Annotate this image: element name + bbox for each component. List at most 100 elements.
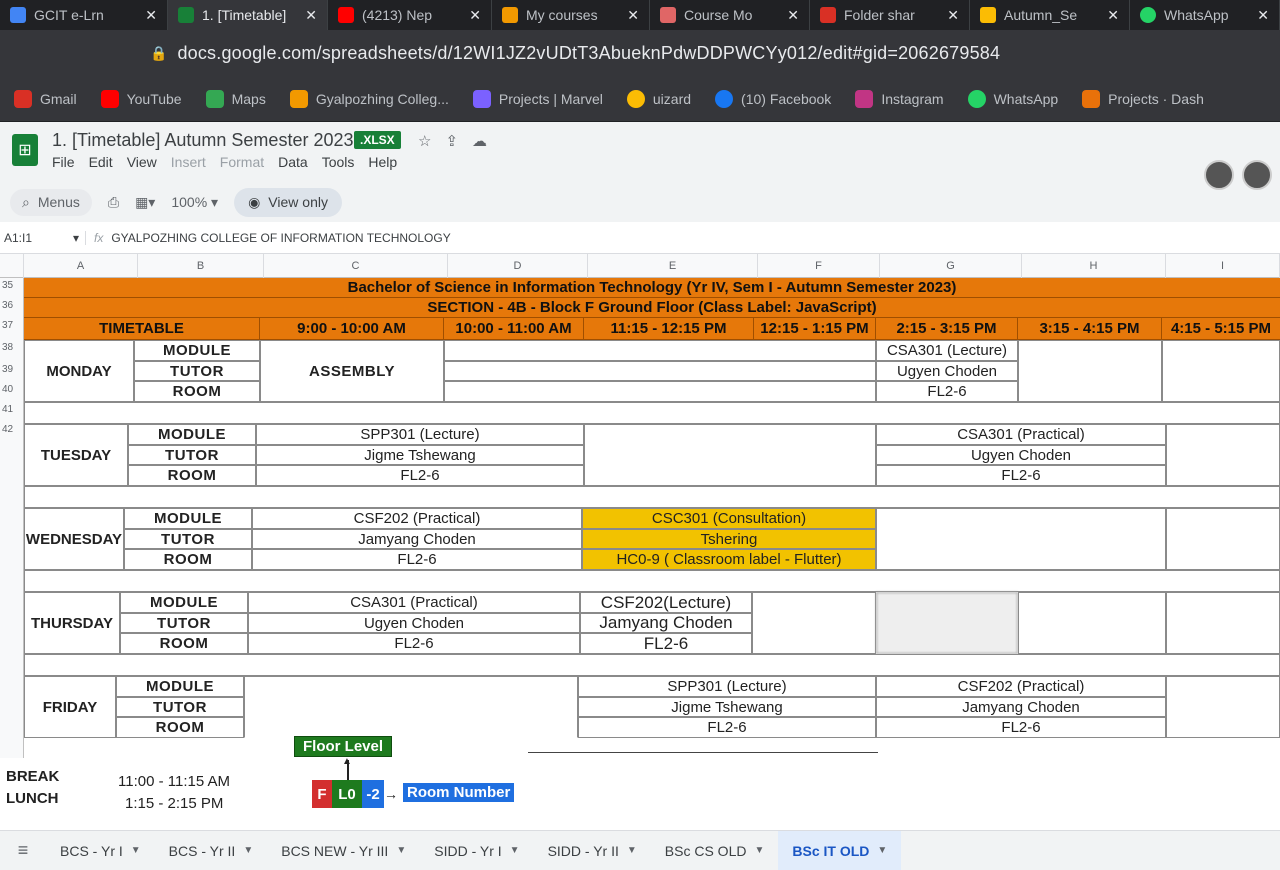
break-label[interactable]: BREAK (6, 768, 59, 785)
menu-tools[interactable]: Tools (322, 154, 355, 170)
slot-header[interactable]: 4:15 - 5:15 PM (1162, 318, 1280, 340)
formula-content[interactable]: GYALPOZHING COLLEGE OF INFORMATION TECHN… (111, 231, 450, 245)
menu-insert[interactable]: Insert (171, 154, 206, 170)
day-tuesday[interactable]: TUESDAY (24, 424, 128, 486)
empty-cell[interactable] (752, 592, 876, 654)
thursday-am-room[interactable]: FL2-6 (248, 633, 580, 654)
browser-tab-timetable[interactable]: 1. [Timetable] ✕ (168, 0, 328, 30)
column-header-g[interactable]: G (880, 254, 1022, 278)
menu-help[interactable]: Help (368, 154, 397, 170)
avatar[interactable] (1204, 160, 1234, 190)
slot-header[interactable]: 2:15 - 3:15 PM (876, 318, 1018, 340)
redacted-cell[interactable] (876, 592, 1018, 654)
print-icon[interactable]: ⎙ (108, 194, 119, 211)
column-header-i[interactable]: I (1166, 254, 1280, 278)
thursday-am-tutor[interactable]: Ugyen Choden (248, 613, 580, 633)
column-header-f[interactable]: F (758, 254, 880, 278)
bookmark-gmail[interactable]: Gmail (14, 89, 77, 108)
slot-header[interactable]: 9:00 - 10:00 AM (260, 318, 444, 340)
spacer-row[interactable] (24, 654, 1280, 676)
bookmark-projects-dash[interactable]: Projects · Dash (1082, 89, 1204, 108)
menu-format[interactable]: Format (220, 154, 264, 170)
thursday-lecture-room[interactable]: FL2-6 (580, 633, 752, 654)
sheet-tab[interactable]: SIDD - Yr II ▼ (534, 831, 651, 870)
day-monday[interactable]: MONDAY (24, 340, 134, 402)
close-icon[interactable]: ✕ (1107, 7, 1119, 24)
day-thursday[interactable]: THURSDAY (24, 592, 120, 654)
row-label-module[interactable]: MODULE (116, 676, 244, 697)
menus-search-button[interactable]: ⌕ Menus (10, 188, 92, 216)
sheets-logo-icon[interactable]: ⊞ (12, 134, 38, 166)
wednesday-am-module[interactable]: CSF202 (Practical) (252, 508, 582, 529)
zoom-select[interactable]: 100% ▾ (171, 194, 218, 211)
column-header-c[interactable]: C (264, 254, 448, 278)
browser-tab-whatsapp[interactable]: WhatsApp ✕ (1130, 0, 1280, 30)
column-header-e[interactable]: E (588, 254, 758, 278)
wednesday-consultation-tutor[interactable]: Tshering (582, 529, 876, 549)
row-label-room[interactable]: ROOM (116, 717, 244, 738)
empty-cell[interactable] (444, 361, 876, 381)
select-all-corner[interactable] (0, 254, 24, 278)
chevron-down-icon[interactable]: ▼ (243, 845, 253, 856)
empty-cell[interactable] (1166, 676, 1280, 738)
row-number[interactable]: 35 (0, 280, 24, 291)
menu-file[interactable]: File (52, 154, 75, 170)
row-label-tutor[interactable]: TUTOR (134, 361, 260, 381)
name-box[interactable]: A1:I1 ▾ (0, 230, 86, 245)
browser-tab-courses[interactable]: My courses ✕ (492, 0, 650, 30)
friday-mid-tutor[interactable]: Jigme Tshewang (578, 697, 876, 717)
empty-cell[interactable] (444, 340, 876, 361)
chevron-down-icon[interactable]: ▼ (131, 845, 141, 856)
slot-header[interactable]: 10:00 - 11:00 AM (444, 318, 584, 340)
row-label-tutor[interactable]: TUTOR (120, 613, 248, 633)
sheet-tab[interactable]: BCS NEW - Yr III ▼ (267, 831, 420, 870)
row-label-room[interactable]: ROOM (128, 465, 256, 486)
url-text[interactable]: docs.google.com/spreadsheets/d/12WI1JZ2v… (177, 43, 1000, 64)
column-header-d[interactable]: D (448, 254, 588, 278)
thursday-lecture-tutor[interactable]: Jamyang Choden (580, 613, 752, 633)
empty-cell[interactable] (1166, 508, 1280, 570)
spacer-row[interactable] (24, 486, 1280, 508)
row-label-room[interactable]: ROOM (124, 549, 252, 570)
empty-cell[interactable] (1018, 340, 1162, 402)
row-number[interactable]: 36 (0, 300, 24, 311)
close-icon[interactable]: ✕ (469, 7, 481, 24)
spacer-row[interactable] (24, 570, 1280, 592)
slot-header[interactable]: 12:15 - 1:15 PM (754, 318, 876, 340)
friday-pm-module[interactable]: CSF202 (Practical) (876, 676, 1166, 697)
monday-pm-tutor[interactable]: Ugyen Choden (876, 361, 1018, 381)
day-wednesday[interactable]: WEDNESDAY (24, 508, 124, 570)
wednesday-am-room[interactable]: FL2-6 (252, 549, 582, 570)
bookmark-marvel[interactable]: Projects | Marvel (472, 89, 603, 108)
lunch-label[interactable]: LUNCH (6, 790, 59, 807)
bookmark-youtube[interactable]: YouTube (100, 89, 182, 108)
bookmark-facebook[interactable]: (10) Facebook (715, 89, 831, 108)
friday-pm-tutor[interactable]: Jamyang Choden (876, 697, 1166, 717)
friday-mid-module[interactable]: SPP301 (Lecture) (578, 676, 876, 697)
address-bar[interactable]: 🔒 docs.google.com/spreadsheets/d/12WI1JZ… (0, 30, 1280, 76)
sheet-tab[interactable]: BCS - Yr I ▼ (46, 831, 155, 870)
all-sheets-menu-icon[interactable]: ≡ (0, 840, 46, 861)
row-number[interactable]: 40 (0, 384, 24, 395)
close-icon[interactable]: ✕ (787, 7, 799, 24)
friday-mid-room[interactable]: FL2-6 (578, 717, 876, 738)
menu-edit[interactable]: Edit (89, 154, 113, 170)
row-label-tutor[interactable]: TUTOR (116, 697, 244, 717)
empty-cell[interactable] (1166, 424, 1280, 486)
chevron-down-icon[interactable]: ▼ (877, 845, 887, 856)
day-friday[interactable]: FRIDAY (24, 676, 116, 738)
row-label-module[interactable]: MODULE (124, 508, 252, 529)
format-painter-icon[interactable]: ▦▾ (135, 194, 155, 211)
bookmark-maps[interactable]: Maps (205, 89, 266, 108)
browser-tab-course-mo[interactable]: Course Mo ✕ (650, 0, 810, 30)
empty-cell[interactable] (584, 424, 876, 486)
menu-data[interactable]: Data (278, 154, 308, 170)
chevron-down-icon[interactable]: ▼ (754, 845, 764, 856)
row-number[interactable]: 39 (0, 364, 24, 375)
thursday-am-module[interactable]: CSA301 (Practical) (248, 592, 580, 613)
bookmark-instagram[interactable]: Instagram (855, 89, 944, 108)
monday-pm-room[interactable]: FL2-6 (876, 381, 1018, 402)
view-only-button[interactable]: ◉ View only (234, 187, 342, 217)
column-header-h[interactable]: H (1022, 254, 1166, 278)
browser-tab-youtube[interactable]: (4213) Nep ✕ (328, 0, 492, 30)
